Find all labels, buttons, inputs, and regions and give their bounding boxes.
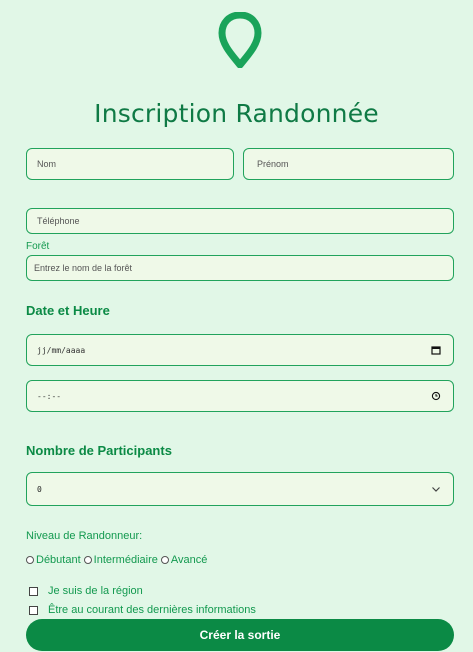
- foret-placeholder: Entrez le nom de la forêt: [34, 263, 133, 273]
- level-option-intermediaire[interactable]: Intermédiaire: [83, 554, 158, 566]
- date-section-title: Date et Heure: [26, 303, 110, 318]
- checkbox-news[interactable]: [29, 605, 38, 615]
- participants-section-title: Nombre de Participants: [26, 443, 172, 458]
- radio-button[interactable]: [83, 556, 92, 564]
- checkbox-news-row[interactable]: Être au courant des dernières informatio…: [29, 604, 256, 616]
- prenom-placeholder: Prénom: [257, 159, 289, 169]
- checkbox-news-label: Être au courant des dernières informatio…: [48, 604, 256, 616]
- clock-icon[interactable]: [431, 391, 441, 401]
- checkbox-region[interactable]: [29, 586, 38, 596]
- time-field[interactable]: --:--: [26, 380, 454, 412]
- date-field[interactable]: jj/mm/aaaa: [26, 334, 454, 366]
- level-option-label: Avancé: [170, 554, 208, 566]
- signup-page: Inscription Randonnée Nom Prénom Télépho…: [0, 0, 473, 652]
- page-title: Inscription Randonnée: [94, 99, 379, 128]
- checkbox-region-row[interactable]: Je suis de la région: [29, 585, 143, 597]
- foret-label: Forêt: [26, 241, 50, 252]
- nom-field[interactable]: Nom: [26, 148, 234, 180]
- level-label: Niveau de Randonneur:: [26, 530, 143, 542]
- map-pin-icon: [218, 12, 262, 68]
- telephone-placeholder: Téléphone: [37, 216, 80, 226]
- level-option-avance[interactable]: Avancé: [160, 554, 208, 566]
- submit-button[interactable]: Créer la sortie: [26, 619, 454, 651]
- radio-button[interactable]: [160, 556, 169, 564]
- foret-field[interactable]: Entrez le nom de la forêt: [26, 255, 454, 281]
- nom-placeholder: Nom: [37, 159, 57, 169]
- date-value: jj/mm/aaaa: [37, 345, 86, 355]
- checkbox-region-label: Je suis de la région: [48, 585, 143, 597]
- level-option-label: Débutant: [36, 554, 81, 566]
- level-option-debutant[interactable]: Débutant: [26, 554, 81, 566]
- level-option-label: Intermédiaire: [93, 554, 158, 566]
- prenom-field[interactable]: Prénom: [243, 148, 454, 180]
- telephone-field[interactable]: Téléphone: [26, 208, 454, 234]
- participants-select[interactable]: 0: [26, 472, 454, 506]
- level-radio-group: Débutant Intermédiaire Avancé: [26, 554, 207, 566]
- chevron-down-icon[interactable]: [431, 484, 441, 494]
- participants-value: 0: [37, 484, 42, 494]
- calendar-icon[interactable]: [431, 345, 441, 355]
- radio-button[interactable]: [26, 556, 34, 564]
- time-value: --:--: [37, 391, 62, 401]
